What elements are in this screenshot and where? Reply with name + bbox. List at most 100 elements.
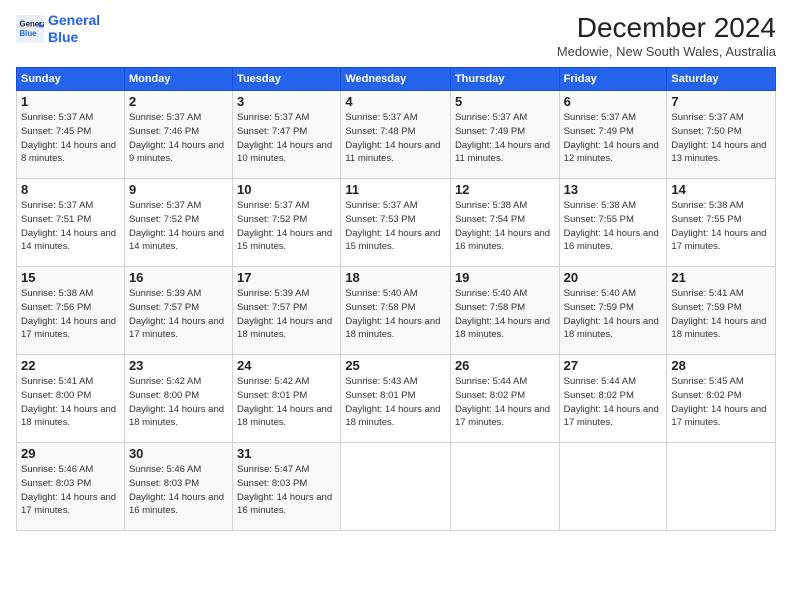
- day-cell-19: 19 Sunrise: 5:40 AM Sunset: 7:58 PM Dayl…: [450, 267, 559, 355]
- day-info: Sunrise: 5:40 AM Sunset: 7:58 PM Dayligh…: [345, 287, 446, 342]
- title-block: December 2024 Medowie, New South Wales, …: [557, 12, 776, 59]
- col-wednesday: Wednesday: [341, 68, 451, 91]
- day-cell-9: 9 Sunrise: 5:37 AM Sunset: 7:52 PM Dayli…: [124, 179, 232, 267]
- day-info: Sunrise: 5:37 AM Sunset: 7:47 PM Dayligh…: [237, 111, 336, 166]
- col-monday: Monday: [124, 68, 232, 91]
- logo-text: General Blue: [48, 12, 100, 46]
- col-sunday: Sunday: [17, 68, 125, 91]
- day-number: 15: [21, 270, 120, 285]
- day-number: 6: [564, 94, 663, 109]
- day-number: 2: [129, 94, 228, 109]
- calendar-body: 1 Sunrise: 5:37 AM Sunset: 7:45 PM Dayli…: [17, 91, 776, 531]
- day-cell-28: 28 Sunrise: 5:45 AM Sunset: 8:02 PM Dayl…: [667, 355, 776, 443]
- day-cell-16: 16 Sunrise: 5:39 AM Sunset: 7:57 PM Dayl…: [124, 267, 232, 355]
- day-cell-13: 13 Sunrise: 5:38 AM Sunset: 7:55 PM Dayl…: [559, 179, 667, 267]
- empty-cell: [559, 443, 667, 531]
- day-number: 24: [237, 358, 336, 373]
- day-info: Sunrise: 5:46 AM Sunset: 8:03 PM Dayligh…: [21, 463, 120, 518]
- calendar: Sunday Monday Tuesday Wednesday Thursday…: [16, 67, 776, 531]
- day-cell-10: 10 Sunrise: 5:37 AM Sunset: 7:52 PM Dayl…: [233, 179, 341, 267]
- day-cell-1: 1 Sunrise: 5:37 AM Sunset: 7:45 PM Dayli…: [17, 91, 125, 179]
- day-cell-29: 29 Sunrise: 5:46 AM Sunset: 8:03 PM Dayl…: [17, 443, 125, 531]
- day-cell-11: 11 Sunrise: 5:37 AM Sunset: 7:53 PM Dayl…: [341, 179, 451, 267]
- day-info: Sunrise: 5:40 AM Sunset: 7:59 PM Dayligh…: [564, 287, 663, 342]
- day-info: Sunrise: 5:37 AM Sunset: 7:53 PM Dayligh…: [345, 199, 446, 254]
- day-number: 7: [671, 94, 771, 109]
- day-info: Sunrise: 5:43 AM Sunset: 8:01 PM Dayligh…: [345, 375, 446, 430]
- day-info: Sunrise: 5:41 AM Sunset: 7:59 PM Dayligh…: [671, 287, 771, 342]
- day-cell-31: 31 Sunrise: 5:47 AM Sunset: 8:03 PM Dayl…: [233, 443, 341, 531]
- day-number: 29: [21, 446, 120, 461]
- day-number: 16: [129, 270, 228, 285]
- day-number: 25: [345, 358, 446, 373]
- day-number: 30: [129, 446, 228, 461]
- day-number: 27: [564, 358, 663, 373]
- day-info: Sunrise: 5:45 AM Sunset: 8:02 PM Dayligh…: [671, 375, 771, 430]
- day-number: 3: [237, 94, 336, 109]
- day-number: 1: [21, 94, 120, 109]
- day-number: 18: [345, 270, 446, 285]
- day-number: 14: [671, 182, 771, 197]
- day-number: 8: [21, 182, 120, 197]
- header: General Blue General Blue December 2024 …: [16, 12, 776, 59]
- month-title: December 2024: [557, 12, 776, 44]
- day-info: Sunrise: 5:44 AM Sunset: 8:02 PM Dayligh…: [455, 375, 555, 430]
- day-cell-25: 25 Sunrise: 5:43 AM Sunset: 8:01 PM Dayl…: [341, 355, 451, 443]
- day-number: 31: [237, 446, 336, 461]
- day-number: 28: [671, 358, 771, 373]
- day-cell-2: 2 Sunrise: 5:37 AM Sunset: 7:46 PM Dayli…: [124, 91, 232, 179]
- day-info: Sunrise: 5:44 AM Sunset: 8:02 PM Dayligh…: [564, 375, 663, 430]
- calendar-week-5: 29 Sunrise: 5:46 AM Sunset: 8:03 PM Dayl…: [17, 443, 776, 531]
- day-cell-3: 3 Sunrise: 5:37 AM Sunset: 7:47 PM Dayli…: [233, 91, 341, 179]
- day-cell-14: 14 Sunrise: 5:38 AM Sunset: 7:55 PM Dayl…: [667, 179, 776, 267]
- empty-cell: [341, 443, 451, 531]
- col-tuesday: Tuesday: [233, 68, 341, 91]
- day-info: Sunrise: 5:41 AM Sunset: 8:00 PM Dayligh…: [21, 375, 120, 430]
- day-cell-20: 20 Sunrise: 5:40 AM Sunset: 7:59 PM Dayl…: [559, 267, 667, 355]
- col-saturday: Saturday: [667, 68, 776, 91]
- day-info: Sunrise: 5:38 AM Sunset: 7:54 PM Dayligh…: [455, 199, 555, 254]
- day-cell-7: 7 Sunrise: 5:37 AM Sunset: 7:50 PM Dayli…: [667, 91, 776, 179]
- day-number: 9: [129, 182, 228, 197]
- logo-line2: Blue: [48, 29, 78, 45]
- empty-cell: [450, 443, 559, 531]
- day-number: 11: [345, 182, 446, 197]
- day-info: Sunrise: 5:39 AM Sunset: 7:57 PM Dayligh…: [129, 287, 228, 342]
- empty-cell: [667, 443, 776, 531]
- day-info: Sunrise: 5:37 AM Sunset: 7:45 PM Dayligh…: [21, 111, 120, 166]
- day-info: Sunrise: 5:37 AM Sunset: 7:50 PM Dayligh…: [671, 111, 771, 166]
- calendar-week-2: 8 Sunrise: 5:37 AM Sunset: 7:51 PM Dayli…: [17, 179, 776, 267]
- logo: General Blue General Blue: [16, 12, 100, 46]
- day-cell-24: 24 Sunrise: 5:42 AM Sunset: 8:01 PM Dayl…: [233, 355, 341, 443]
- day-info: Sunrise: 5:37 AM Sunset: 7:48 PM Dayligh…: [345, 111, 446, 166]
- logo-line1: General: [48, 12, 100, 28]
- day-info: Sunrise: 5:40 AM Sunset: 7:58 PM Dayligh…: [455, 287, 555, 342]
- day-cell-4: 4 Sunrise: 5:37 AM Sunset: 7:48 PM Dayli…: [341, 91, 451, 179]
- day-info: Sunrise: 5:39 AM Sunset: 7:57 PM Dayligh…: [237, 287, 336, 342]
- day-cell-21: 21 Sunrise: 5:41 AM Sunset: 7:59 PM Dayl…: [667, 267, 776, 355]
- day-cell-30: 30 Sunrise: 5:46 AM Sunset: 8:03 PM Dayl…: [124, 443, 232, 531]
- day-info: Sunrise: 5:38 AM Sunset: 7:55 PM Dayligh…: [564, 199, 663, 254]
- day-cell-8: 8 Sunrise: 5:37 AM Sunset: 7:51 PM Dayli…: [17, 179, 125, 267]
- day-cell-26: 26 Sunrise: 5:44 AM Sunset: 8:02 PM Dayl…: [450, 355, 559, 443]
- day-info: Sunrise: 5:37 AM Sunset: 7:49 PM Dayligh…: [455, 111, 555, 166]
- page: General Blue General Blue December 2024 …: [0, 0, 792, 612]
- day-info: Sunrise: 5:38 AM Sunset: 7:56 PM Dayligh…: [21, 287, 120, 342]
- calendar-week-4: 22 Sunrise: 5:41 AM Sunset: 8:00 PM Dayl…: [17, 355, 776, 443]
- day-cell-15: 15 Sunrise: 5:38 AM Sunset: 7:56 PM Dayl…: [17, 267, 125, 355]
- day-info: Sunrise: 5:37 AM Sunset: 7:49 PM Dayligh…: [564, 111, 663, 166]
- day-number: 10: [237, 182, 336, 197]
- day-cell-22: 22 Sunrise: 5:41 AM Sunset: 8:00 PM Dayl…: [17, 355, 125, 443]
- day-info: Sunrise: 5:37 AM Sunset: 7:46 PM Dayligh…: [129, 111, 228, 166]
- day-info: Sunrise: 5:47 AM Sunset: 8:03 PM Dayligh…: [237, 463, 336, 518]
- day-number: 26: [455, 358, 555, 373]
- header-row: Sunday Monday Tuesday Wednesday Thursday…: [17, 68, 776, 91]
- day-cell-27: 27 Sunrise: 5:44 AM Sunset: 8:02 PM Dayl…: [559, 355, 667, 443]
- day-cell-12: 12 Sunrise: 5:38 AM Sunset: 7:54 PM Dayl…: [450, 179, 559, 267]
- day-info: Sunrise: 5:46 AM Sunset: 8:03 PM Dayligh…: [129, 463, 228, 518]
- day-number: 21: [671, 270, 771, 285]
- svg-text:Blue: Blue: [20, 29, 38, 38]
- day-info: Sunrise: 5:38 AM Sunset: 7:55 PM Dayligh…: [671, 199, 771, 254]
- day-number: 23: [129, 358, 228, 373]
- location: Medowie, New South Wales, Australia: [557, 44, 776, 59]
